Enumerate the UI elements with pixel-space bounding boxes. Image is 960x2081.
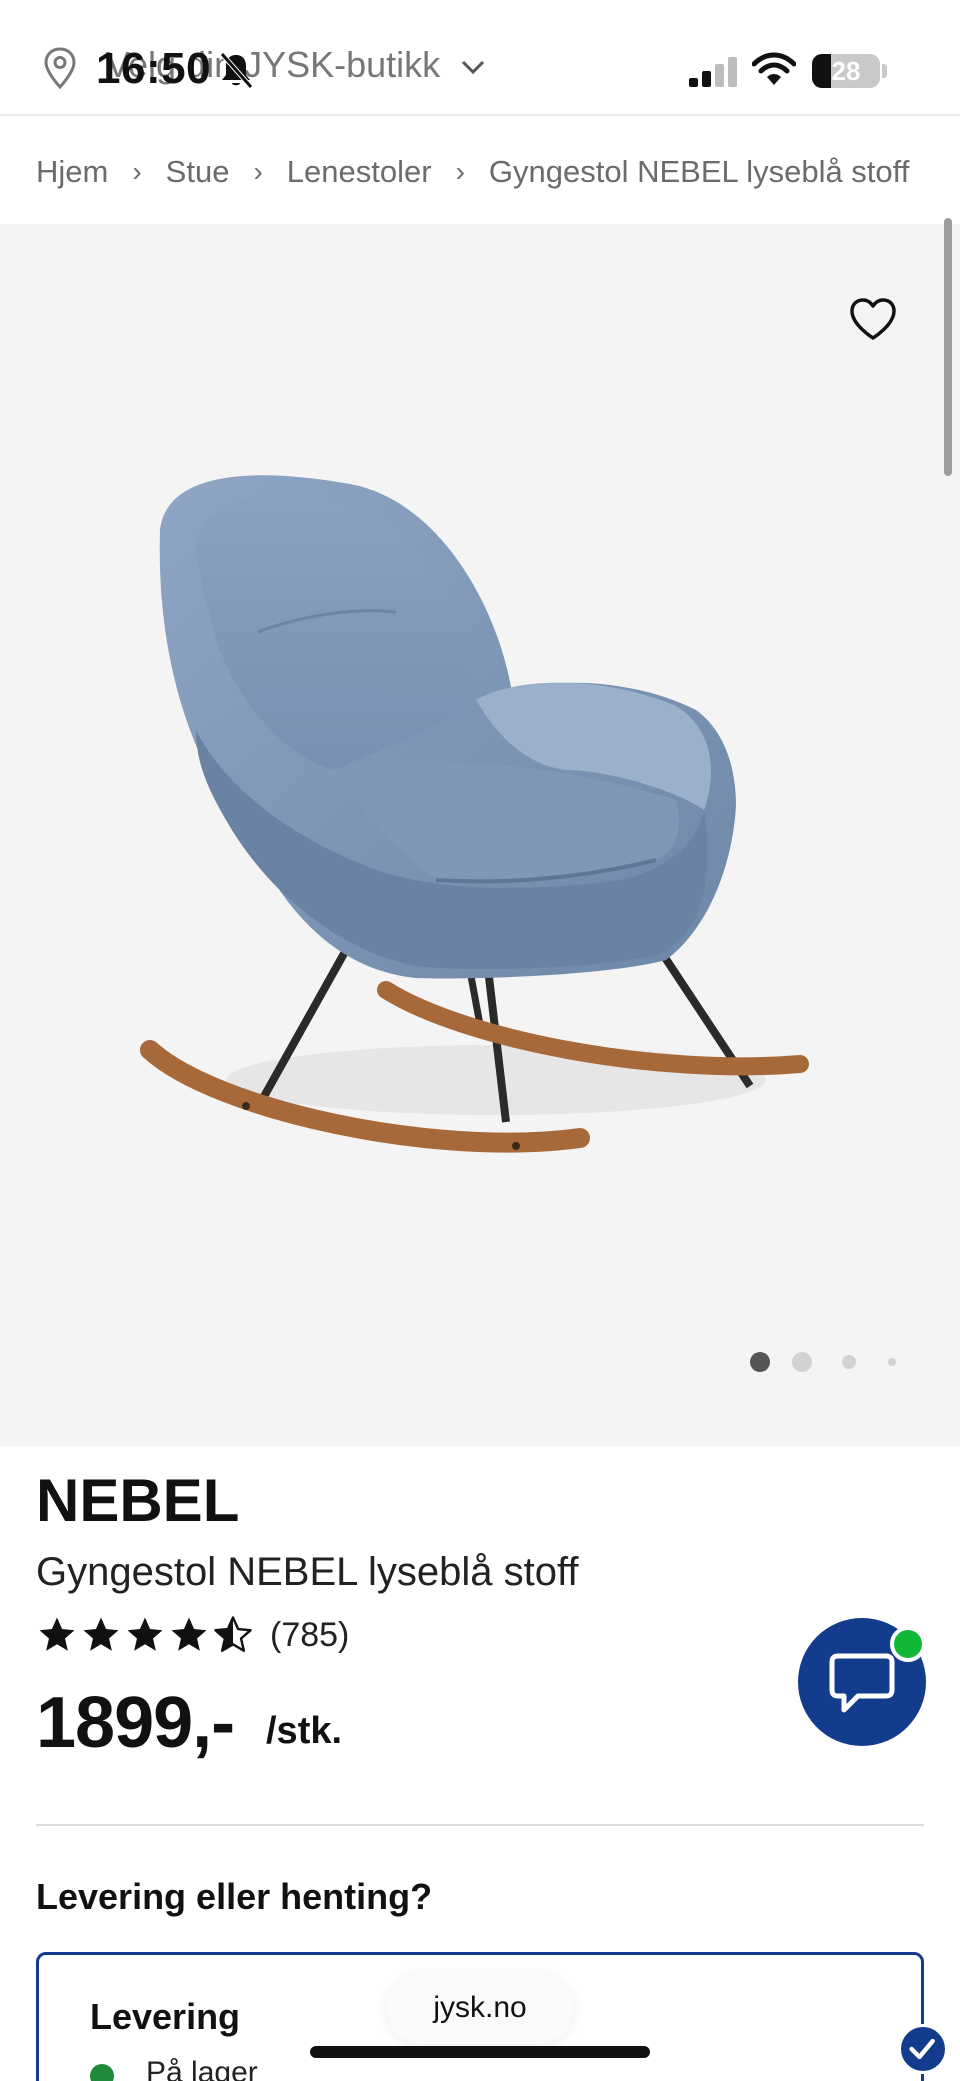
battery-level: 28 bbox=[831, 56, 861, 86]
breadcrumb-lenestoler[interactable]: Lenestoler bbox=[287, 154, 432, 190]
product-price: 1899,- bbox=[36, 1683, 235, 1763]
stock-status-dot bbox=[90, 2064, 114, 2081]
gallery-dot-4[interactable] bbox=[888, 1358, 896, 1366]
chevron-right-icon: › bbox=[455, 156, 465, 187]
chevron-down-icon[interactable] bbox=[458, 52, 488, 82]
product-image-rocking-chair bbox=[140, 475, 809, 1153]
chevron-right-icon: › bbox=[253, 156, 263, 187]
heart-icon[interactable] bbox=[848, 296, 898, 342]
product-name: Gyngestol NEBEL lyseblå stoff bbox=[36, 1550, 579, 1594]
breadcrumb-stue[interactable]: Stue bbox=[166, 154, 230, 190]
breadcrumb: Hjem › Stue › Lenestoler › Gyngestol NEB… bbox=[36, 150, 909, 194]
battery-indicator: 28 bbox=[812, 54, 880, 88]
star-full-icon bbox=[127, 1617, 163, 1651]
wifi-icon bbox=[752, 52, 796, 85]
star-full-icon bbox=[39, 1617, 75, 1651]
gallery-dot-1[interactable] bbox=[750, 1352, 770, 1372]
delivery-question: Levering eller henting? bbox=[36, 1876, 433, 1917]
price-unit: /stk. bbox=[266, 1710, 343, 1752]
breadcrumb-home[interactable]: Hjem bbox=[36, 154, 108, 190]
location-pin-icon[interactable] bbox=[42, 46, 78, 90]
chevron-right-icon: › bbox=[132, 156, 142, 187]
gallery-pagination[interactable] bbox=[750, 1352, 918, 1372]
home-indicator[interactable] bbox=[310, 2046, 650, 2058]
star-full-icon bbox=[83, 1617, 119, 1651]
gallery-dot-3[interactable] bbox=[842, 1355, 856, 1369]
gallery-dot-2[interactable] bbox=[792, 1352, 812, 1372]
status-time: 16:50 bbox=[96, 44, 212, 93]
breadcrumb-current: Gyngestol NEBEL lyseblå stoff bbox=[488, 154, 910, 189]
cellular-signal-icon bbox=[689, 57, 737, 87]
chat-bubble-icon bbox=[829, 1653, 895, 1713]
bell-muted-icon bbox=[220, 52, 253, 89]
page-scrollbar[interactable] bbox=[944, 218, 952, 476]
product-brand: NEBEL bbox=[36, 1467, 240, 1534]
review-count[interactable]: (785) bbox=[270, 1616, 349, 1655]
top-bar: Velg din JYSK-butikk 16:50 28 bbox=[0, 0, 960, 116]
delivery-option-title: Levering bbox=[90, 1996, 241, 2037]
selected-check-icon[interactable] bbox=[898, 2024, 948, 2074]
star-full-icon bbox=[171, 1617, 207, 1651]
star-half-icon bbox=[214, 1616, 252, 1652]
stock-status: På lager bbox=[146, 2056, 258, 2081]
browser-url-bar[interactable]: jysk.no bbox=[386, 1972, 574, 2044]
online-status-dot bbox=[890, 1626, 926, 1662]
rating-stars[interactable]: (785) bbox=[36, 1614, 349, 1656]
divider bbox=[36, 1824, 924, 1826]
